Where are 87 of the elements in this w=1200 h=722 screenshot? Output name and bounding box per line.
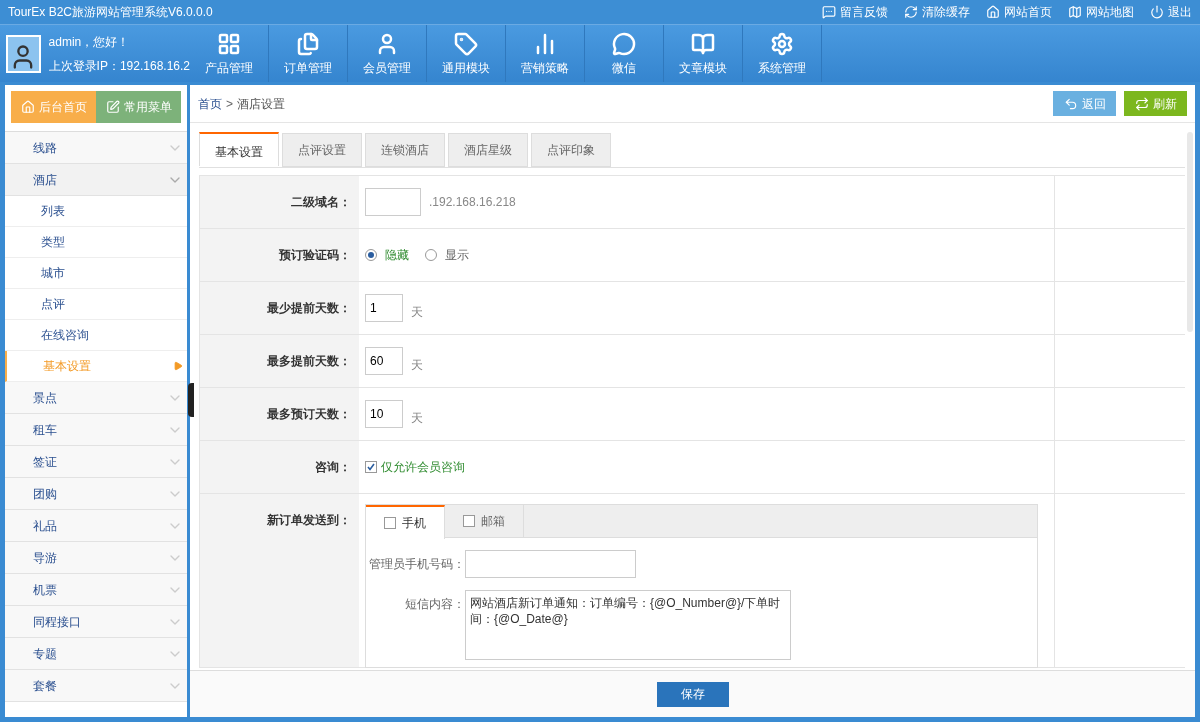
- edit-icon: [105, 100, 120, 114]
- sidebar-item[interactable]: 景点: [5, 382, 187, 414]
- nav-button[interactable]: 通用模块: [427, 25, 506, 82]
- nav-icon: [217, 31, 241, 56]
- sidebar-subitem[interactable]: 类型: [5, 227, 187, 258]
- nav-button[interactable]: 文章模块: [664, 25, 743, 82]
- days-input[interactable]: 10: [365, 400, 403, 428]
- unit-label: 天: [411, 410, 423, 426]
- nav-icon: [454, 31, 478, 56]
- send-tab[interactable]: 手机: [366, 505, 445, 539]
- domain-input[interactable]: [365, 188, 421, 216]
- sidebar-subitem[interactable]: 列表: [5, 196, 187, 227]
- settings-tab[interactable]: 基本设置: [199, 132, 279, 166]
- sidebar-item[interactable]: 套餐: [5, 670, 187, 702]
- breadcrumb-link[interactable]: 首页: [198, 95, 222, 112]
- domain-suffix: .192.168.16.218: [429, 194, 516, 210]
- refresh-icon: [1134, 96, 1149, 111]
- sidebar-item[interactable]: 专题: [5, 638, 187, 670]
- top-link[interactable]: 网站首页: [986, 4, 1052, 20]
- settings-tab[interactable]: 连锁酒店: [365, 133, 445, 167]
- sidebar-item[interactable]: 酒店: [5, 164, 187, 196]
- sidebar-item[interactable]: 团购: [5, 478, 187, 510]
- nav-icon: [612, 31, 636, 56]
- top-link-icon: [986, 5, 1000, 19]
- sidebar-item[interactable]: 租车: [5, 414, 187, 446]
- nav-button[interactable]: 微信: [585, 25, 664, 82]
- nav-button[interactable]: 营销策略: [506, 25, 585, 82]
- save-button[interactable]: 保存: [656, 681, 729, 707]
- settings-tab[interactable]: 点评设置: [282, 133, 362, 167]
- top-link[interactable]: 清除缓存: [904, 4, 970, 20]
- field-label: 最多提前天数：: [267, 353, 351, 369]
- last-login-ip: 上次登录IP：192.168.16.2: [48, 57, 190, 74]
- nav-button[interactable]: 会员管理: [348, 25, 427, 82]
- top-link[interactable]: 留言反馈: [822, 4, 888, 20]
- field-label: 二级域名：: [291, 194, 351, 210]
- sidebar-item[interactable]: 签证: [5, 446, 187, 478]
- breadcrumb-separator: >: [226, 95, 233, 112]
- top-link-icon: [822, 5, 836, 19]
- top-link[interactable]: 退出: [1150, 4, 1192, 20]
- radio-option[interactable]: 隐藏: [365, 247, 409, 263]
- active-arrow-icon: [173, 361, 183, 371]
- top-link[interactable]: 网站地图: [1068, 4, 1134, 20]
- field-label: 最多预订天数：: [267, 406, 351, 422]
- send-tab[interactable]: 邮箱: [445, 505, 524, 537]
- nav-button[interactable]: 系统管理: [743, 25, 822, 82]
- sidebar-item[interactable]: 线路: [5, 132, 187, 164]
- top-link-icon: [904, 5, 918, 19]
- tab-checkbox[interactable]: [384, 517, 396, 529]
- collapse-handle[interactable]: [188, 383, 194, 417]
- sms-label: 短信内容：: [404, 596, 465, 612]
- field-label: 预订验证码：: [279, 247, 351, 263]
- phone-label: 管理员手机号码：: [368, 556, 465, 572]
- members-only-checkbox[interactable]: 仅允许会员咨询: [365, 459, 465, 475]
- nav-icon: [296, 31, 320, 56]
- sms-textarea[interactable]: 网站酒店新订单通知：订单编号：{@O_Number@}/下单时间：{@O_Date@}: [465, 590, 791, 660]
- nav-icon: [691, 31, 715, 56]
- window-title: TourEx B2C旅游网站管理系统V6.0.0.0: [8, 4, 213, 20]
- user-greeting: admin，您好！: [48, 33, 131, 50]
- checkbox[interactable]: [365, 461, 377, 473]
- field-label: 新订单发送到：: [267, 512, 351, 529]
- back-icon: [1063, 96, 1078, 111]
- tab-checkbox[interactable]: [463, 515, 475, 527]
- top-link-icon: [1150, 5, 1164, 19]
- phone-input[interactable]: [465, 550, 636, 578]
- home-icon: [20, 100, 35, 114]
- unit-label: 天: [411, 357, 423, 373]
- nav-icon: [770, 31, 794, 56]
- sidebar-item[interactable]: 礼品: [5, 510, 187, 542]
- breadcrumb-current: 酒店设置: [237, 95, 285, 112]
- radio-dot[interactable]: [365, 249, 377, 261]
- settings-tab[interactable]: 酒店星级: [448, 133, 528, 167]
- unit-label: 天: [411, 304, 423, 320]
- settings-tab[interactable]: 点评印象: [531, 133, 611, 167]
- days-input[interactable]: 1: [365, 294, 403, 322]
- sidebar-subitem[interactable]: 点评: [5, 289, 187, 320]
- field-label: 咨询：: [315, 459, 351, 475]
- top-link-icon: [1068, 5, 1082, 19]
- sidebar-item[interactable]: 导游: [5, 542, 187, 574]
- sidebar-subitem[interactable]: 城市: [5, 258, 187, 289]
- radio-option[interactable]: 显示: [425, 247, 469, 263]
- sidebar-item[interactable]: 机票: [5, 574, 187, 606]
- nav-button[interactable]: 产品管理: [190, 25, 269, 82]
- nav-button[interactable]: 订单管理: [269, 25, 348, 82]
- sidebar-subitem[interactable]: 在线咨询: [5, 320, 187, 351]
- field-label: 最少提前天数：: [267, 300, 351, 316]
- sidebar-item[interactable]: 同程接口: [5, 606, 187, 638]
- days-input[interactable]: 60: [365, 347, 403, 375]
